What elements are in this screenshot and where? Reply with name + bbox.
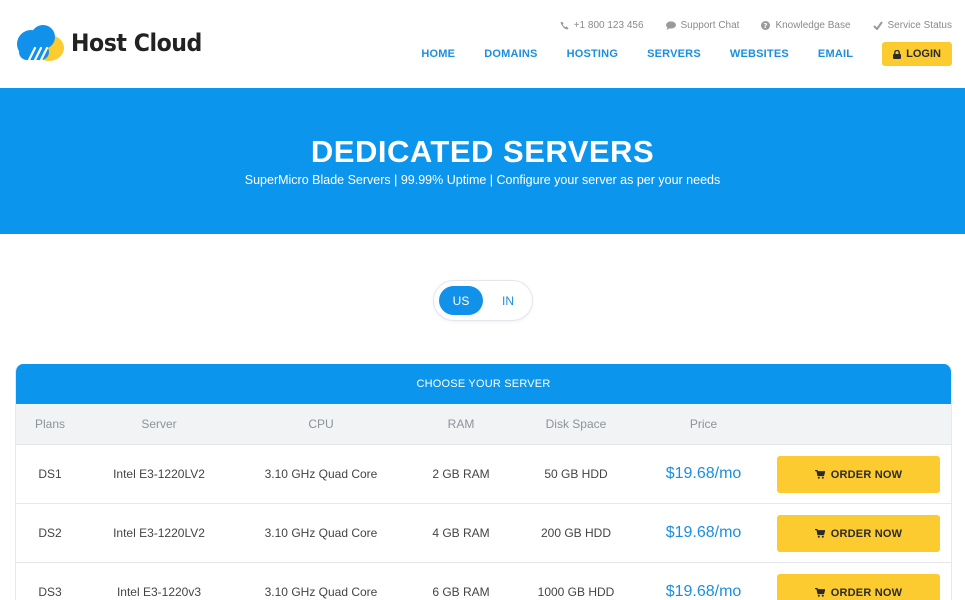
phone-number: +1 800 123 456 <box>573 20 644 31</box>
hero-banner: DEDICATED SERVERS SuperMicro Blade Serve… <box>0 88 965 234</box>
topbar-service-status[interactable]: Service Status <box>872 20 952 31</box>
plan-name: DS1 <box>38 467 62 481</box>
check-icon <box>872 21 883 30</box>
order-now-label: ORDER NOW <box>830 586 903 599</box>
nav-home[interactable]: HOME <box>421 48 455 60</box>
table-row: DS3 Intel E3-1220v3 3.10 GHz Quad Core 6… <box>16 563 951 600</box>
topbar-knowledge-base[interactable]: ? Knowledge Base <box>761 20 851 31</box>
col-plans: Plans <box>34 417 66 431</box>
lock-icon <box>893 49 902 59</box>
nav-email[interactable]: EMAIL <box>818 48 853 60</box>
table-title: CHOOSE YOUR SERVER <box>16 364 951 404</box>
ram-spec: 2 GB RAM <box>432 467 490 481</box>
order-now-button[interactable]: ORDER NOW <box>777 515 940 552</box>
plan-price: $19.68/mo <box>665 465 742 482</box>
order-now-button[interactable]: ORDER NOW <box>777 456 940 493</box>
nav-websites[interactable]: WEBSITES <box>730 48 789 60</box>
question-icon: ? <box>761 21 771 30</box>
topbar-phone[interactable]: +1 800 123 456 <box>560 20 644 31</box>
ram-spec: 4 GB RAM <box>432 526 490 540</box>
site-header: Host Cloud +1 800 123 456 Support Chat ?… <box>0 0 965 88</box>
plan-name: DS3 <box>38 585 62 599</box>
logo[interactable]: Host Cloud <box>15 24 213 62</box>
server-model: Intel E3-1220LV2 <box>113 467 205 481</box>
topbar: +1 800 123 456 Support Chat ? Knowledge … <box>560 20 952 31</box>
chat-icon <box>665 21 676 30</box>
col-server: Server <box>141 417 177 431</box>
order-now-button[interactable]: ORDER NOW <box>777 574 940 600</box>
cpu-spec: 3.10 GHz Quad Core <box>264 585 378 599</box>
disk-spec: 50 GB HDD <box>544 467 608 481</box>
table-row: DS2 Intel E3-1220LV2 3.10 GHz Quad Core … <box>16 504 951 563</box>
table-row: DS1 Intel E3-1220LV2 3.10 GHz Quad Core … <box>16 445 951 504</box>
col-ram: RAM <box>447 417 475 431</box>
page-subtitle: SuperMicro Blade Servers | 99.99% Uptime… <box>244 173 721 187</box>
server-table: CHOOSE YOUR SERVER Plans Server CPU RAM … <box>15 364 952 600</box>
region-toggle: US IN <box>433 280 533 321</box>
col-price: Price <box>689 417 718 431</box>
service-status-label: Service Status <box>887 20 952 31</box>
nav-servers[interactable]: SERVERS <box>647 48 701 60</box>
plan-price: $19.68/mo <box>665 583 742 600</box>
main-nav: HOME DOMAINS HOSTING SERVERS WEBSITES EM… <box>392 42 952 66</box>
nav-domains[interactable]: DOMAINS <box>484 48 537 60</box>
cart-icon <box>814 470 825 479</box>
svg-text:?: ? <box>764 21 768 30</box>
server-model: Intel E3-1220v3 <box>116 585 202 599</box>
order-now-label: ORDER NOW <box>830 468 903 481</box>
cpu-spec: 3.10 GHz Quad Core <box>264 526 378 540</box>
plan-name: DS2 <box>38 526 62 540</box>
col-cpu: CPU <box>308 417 334 431</box>
cloud-logo-icon <box>17 25 64 62</box>
ram-spec: 6 GB RAM <box>432 585 490 599</box>
login-button[interactable]: LOGIN <box>882 42 952 66</box>
disk-spec: 1000 GB HDD <box>537 585 615 599</box>
table-header-row: Plans Server CPU RAM Disk Space Price <box>16 404 951 445</box>
order-now-label: ORDER NOW <box>830 527 903 540</box>
page-title: DEDICATED SERVERS <box>310 134 655 169</box>
knowledge-base-label: Knowledge Base <box>775 20 851 31</box>
cart-icon <box>814 529 825 538</box>
brand-name: Host Cloud <box>71 29 202 57</box>
login-label: LOGIN <box>906 48 941 60</box>
region-option-in[interactable]: IN <box>486 286 530 315</box>
region-option-us[interactable]: US <box>439 286 483 315</box>
cpu-spec: 3.10 GHz Quad Core <box>264 467 378 481</box>
disk-spec: 200 GB HDD <box>540 526 612 540</box>
server-model: Intel E3-1220LV2 <box>113 526 205 540</box>
nav-hosting[interactable]: HOSTING <box>567 48 619 60</box>
col-disk-space: Disk Space <box>545 417 607 431</box>
support-chat-label: Support Chat <box>680 20 740 31</box>
cart-icon <box>814 588 825 597</box>
topbar-support-chat[interactable]: Support Chat <box>665 20 740 31</box>
phone-icon <box>560 21 569 30</box>
plan-price: $19.68/mo <box>665 524 742 541</box>
